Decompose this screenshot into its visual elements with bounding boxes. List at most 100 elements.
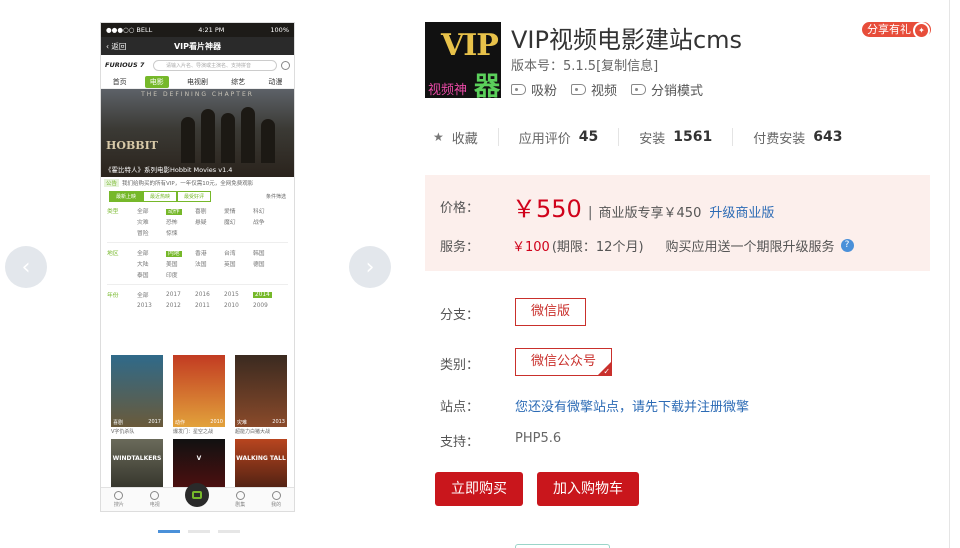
bottom-tab: 我的 [271,491,281,508]
phone-filter-panel: 类型 全部 动作 喜剧 爱情 科幻 灾难 恐怖 悬疑 魔幻 战争 冒险 惊悚 地区 全部 内地 香港 台湾 韩国 大陆… [101,203,294,313]
carrier: ●●●○○ BELL [106,26,153,34]
site-label: 站点： [440,400,480,415]
filter-option: 英国 [224,262,236,268]
tag-icon [511,84,526,95]
filter-option: 魔幻 [224,220,236,226]
filter-option: 战争 [253,220,265,226]
add-to-cart-button[interactable]: 加入购物车 [537,472,639,506]
category-label: 类别： [440,358,480,373]
hero-title: HOBBIT [106,139,158,152]
register-site-link[interactable]: 您还没有微擎站点，请先下载并注册微擎 [515,396,749,415]
filter-row: 泰国 印度 [107,269,288,280]
poster-card: 动作 2010 爆发门：星空之战 V [173,355,225,499]
filter-option: 科幻 [253,209,265,215]
next-section-edge [515,544,610,548]
sort-option: 最新上映 [109,190,144,202]
filter-row: 冒险 惊悚 [107,227,288,238]
price-box: 价格： ￥550 | 商业版专享￥450 升级商业版 服务： ￥100 (期限：… [425,175,930,271]
filter-row: 灾难 恐怖 悬疑 魔幻 战争 [107,216,288,227]
filter-option: 2015 [224,291,239,298]
phone-search-input: 请输入片名、导演或主演名、支持拼音 [153,59,277,71]
support-value: PHP5.6 [515,431,562,446]
filter-divider [107,242,288,243]
filter-option: 泰国 [137,273,149,279]
history-icon [281,60,290,70]
branch-label: 分支： [440,308,480,323]
branch-option-button[interactable]: 微信版 [515,298,587,326]
app-tags: 吸粉 视频 分销模式 [511,80,703,99]
app-stats: ★ 收藏 应用评价 45 安装 1561 付费安装 643 [425,126,930,148]
poster-card: 喜剧 2017 V字仇杀队 WINDTALKERS [111,355,163,499]
carousel-next-button[interactable]: › [349,246,391,288]
buy-now-button[interactable]: 立即购买 [435,472,523,506]
service-row: ￥100 (期限：12个月) 购买应用送一个期限升级服务 ? [512,236,854,255]
tv-icon [150,491,160,500]
app-screenshot: ●●●○○ BELL 4:21 PM 100% ‹ 返回 VIP看片神器 FUR… [100,22,295,512]
category-option-button[interactable]: 微信公众号 ✓ [515,348,613,376]
filter-option: 美国 [166,262,178,268]
price-row: ￥550 | 商业版专享￥450 升级商业版 [512,189,774,224]
filter-option: 2009 [253,302,268,309]
tag-item[interactable]: 视频 [571,80,617,99]
upgrade-business-link[interactable]: 升级商业版 [709,202,774,221]
carousel-dot[interactable] [158,530,180,533]
support-label: 支持： [440,435,480,450]
phone-tab: 动漫 [268,77,283,86]
user-icon [271,491,281,500]
back-button: ‹ 返回 [106,41,127,51]
filter-option: 2016 [195,291,210,298]
filter-option: 2012 [166,302,181,309]
screenshot-carousel: ‹ › ●●●○○ BELL 4:21 PM 100% ‹ 返回 VIP看片神器… [0,0,400,548]
star-icon: ★ [433,130,444,144]
filter-option: 2014 [253,291,272,298]
carousel-dot[interactable] [218,530,240,533]
gift-icon[interactable]: ✦ [913,22,930,39]
filter-option: 惊悚 [166,231,178,237]
filter-option: 法国 [195,262,207,268]
search-icon [114,491,124,500]
sort-option: 最受好评 [177,190,212,202]
app-version[interactable]: 版本号：5.1.5[复制信息] [511,55,658,74]
poster-card: 灾难 2013 超能力白猪大战 WALKING TALL [235,355,287,499]
filter-option: 韩国 [253,251,265,257]
filter-label: 类型 [107,209,119,215]
phone-tab: 首页 [112,77,127,86]
chevron-right-icon: › [365,254,375,280]
filter-option: 喜剧 [195,209,207,215]
service-desc: 购买应用送一个期限升级服务 [665,240,835,255]
service-price: ￥100 [512,240,550,255]
filter-option: 内地 [166,251,182,257]
tag-icon [631,84,647,95]
filter-option: 全部 [137,209,149,215]
tag-icon [571,84,587,95]
filter-option: 2011 [195,302,210,309]
filter-option: 2017 [166,291,181,298]
install-stat: 安装 1561 [619,128,734,147]
tag-item[interactable]: 吸粉 [511,80,557,99]
carousel-dot[interactable] [188,530,210,533]
poster-caption: V字仇杀队 [111,429,135,435]
favorite-button[interactable]: ★ 收藏 [425,128,499,147]
filter-option: 冒险 [137,231,149,237]
notice-tag: 公告 [104,179,120,187]
phone-search-row: FURIOUS 7 请输入片名、导演或主演名、支持拼音 [101,55,294,75]
help-icon[interactable]: ? [840,239,854,252]
filter-option: 爱情 [224,209,236,215]
paid-install-stat: 付费安装 643 [753,129,843,147]
tag-item[interactable]: 分销模式 [631,80,703,99]
page-divider [949,0,950,548]
phone-hero-banner: THE DEFINING CHAPTER HOBBIT 《霍比特人》系列电影Ho… [101,89,294,177]
phone-sort-row: 最新上映 最近热映 最受好评 条件筛选 [101,189,294,203]
hero-caption: 《霍比特人》系列电影Hobbit Movies v1.4 [105,166,233,174]
phone-tabs: 首页 电影 电视剧 综艺 动漫 [101,75,294,89]
carousel-prev-button[interactable]: ‹ [5,246,47,288]
filter-option: 香港 [195,251,207,257]
chevron-left-icon: ‹ [21,254,31,280]
filter-row: 2013 2012 2011 2010 2009 [107,300,288,311]
phone-tab: 电视剧 [186,77,208,86]
poster-image: 动作 2010 [173,355,225,427]
hero-top-text: THE DEFINING CHAPTER [141,91,254,98]
service-label: 服务： [440,240,480,255]
filter-row: 大陆 美国 法国 英国 德国 [107,258,288,269]
hero-figures [171,103,291,163]
